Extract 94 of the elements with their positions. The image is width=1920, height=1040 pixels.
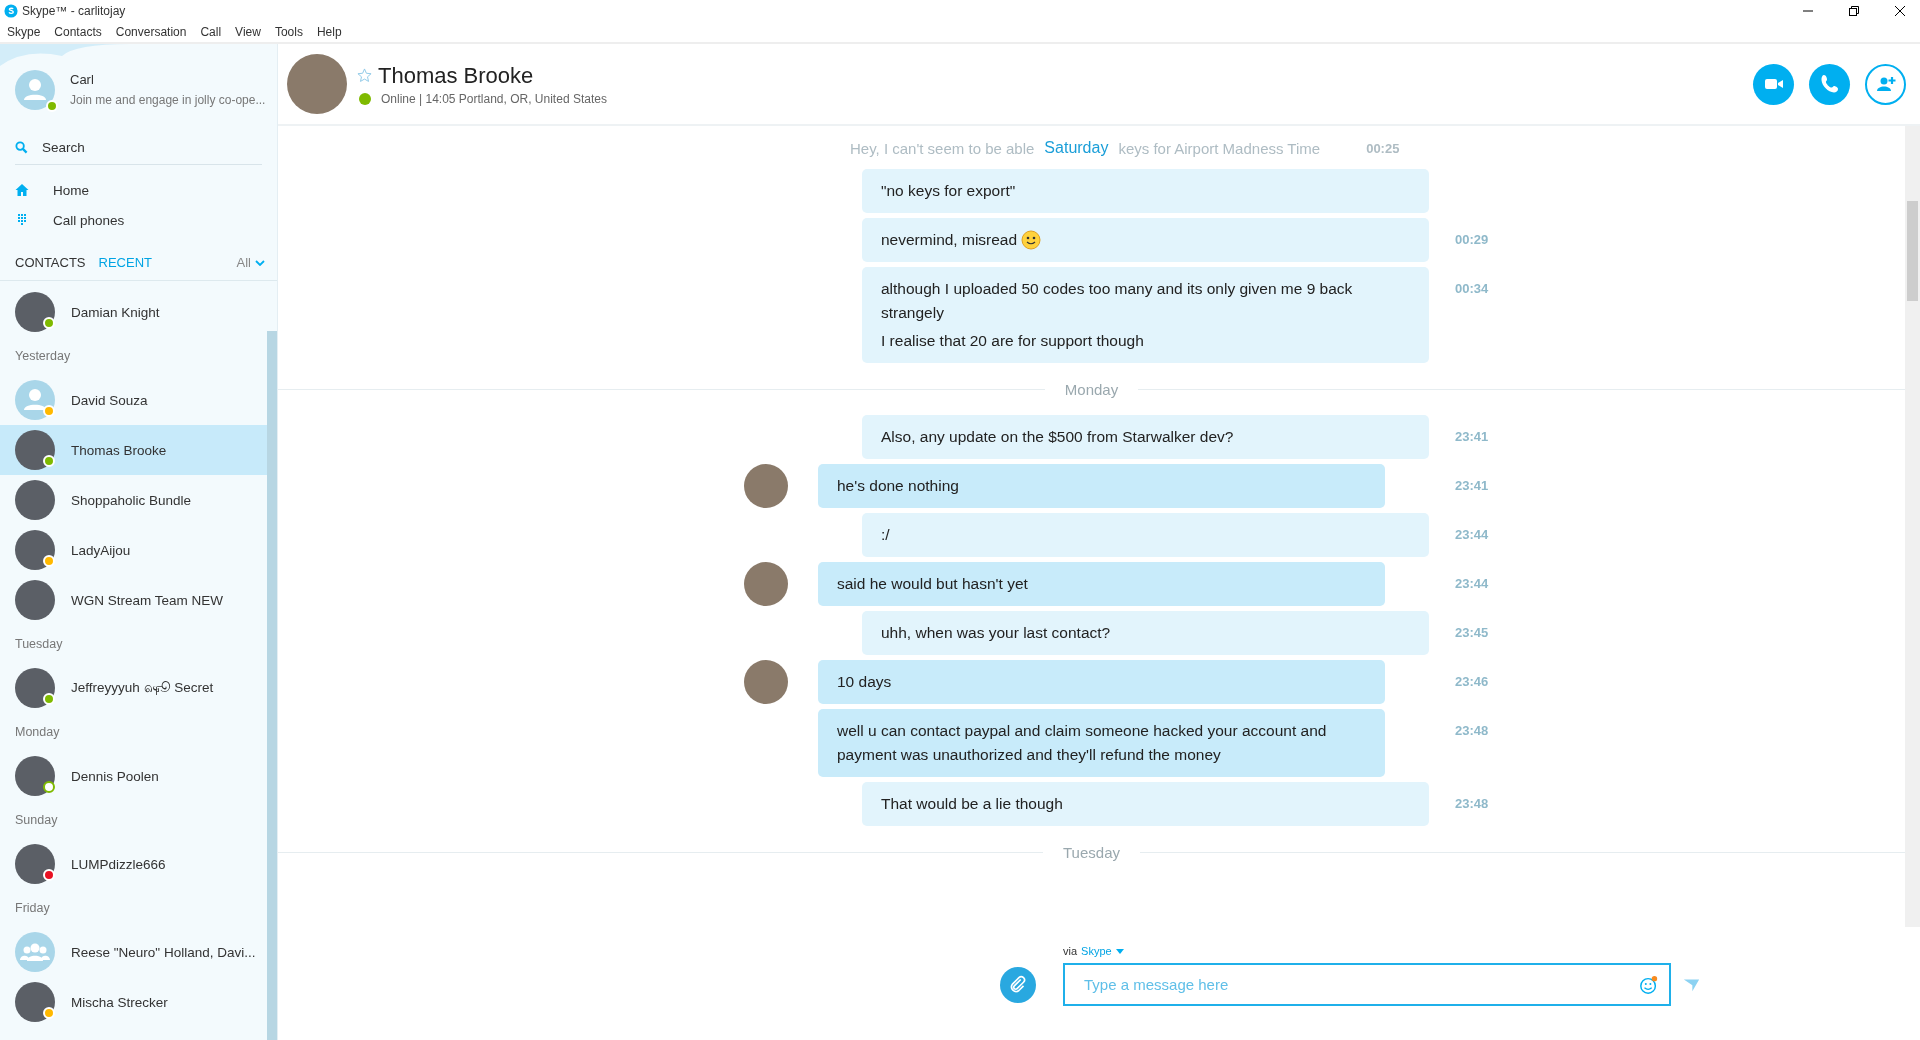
message-time: 23:48 [1455,796,1489,811]
message-time: 23:46 [1455,674,1489,689]
date-heading: Yesterday [14,348,72,365]
message-text: he's done nothing [837,476,959,496]
message-time: 23:45 [1455,625,1489,640]
contact-item[interactable]: LadyAijou [0,525,267,575]
mood-message[interactable]: Join me and engage in jolly co-ope... [70,92,266,107]
home-icon [15,183,29,197]
close-icon[interactable] [1894,5,1906,17]
photo-placeholder [15,530,55,570]
message-time: 23:44 [1455,527,1489,542]
message-time: 23:41 [1455,478,1489,493]
restore-icon[interactable] [1848,5,1860,17]
message-time: 00:34 [1455,281,1489,296]
message-text: I realise that 20 are for support though [881,331,1144,351]
group-icon [15,932,55,972]
message-text: That would be a lie though [881,794,1063,814]
date-heading: Tuesday [14,636,64,653]
photo-placeholder [744,660,788,704]
message-text: "no keys for export" [881,181,1016,201]
video-call-button[interactable] [1753,63,1794,105]
chevron-down-icon [255,259,265,266]
window-title: Skype™ - carlitojay [22,4,126,18]
message-text: 10 days [837,672,892,692]
contact-item[interactable]: Reese "Neuro" Holland, Davi... [0,927,267,977]
photo-placeholder [15,668,55,708]
message-text: nevermind, misread [881,230,1018,250]
photo-placeholder [15,580,55,620]
photo-placeholder [15,982,55,1022]
message-time: 23:44 [1455,576,1489,591]
call-button[interactable] [1809,63,1850,105]
smiley-icon[interactable] [1639,974,1659,995]
via-label: via [1063,945,1078,957]
menu-item[interactable]: Help [316,25,342,39]
message-text: Hey, I can't seem to be able [850,139,1035,157]
photo-placeholder [15,292,55,332]
profile-name[interactable]: Carl [70,71,266,87]
photo-placeholder [744,562,788,606]
contact-item[interactable]: Thomas Brooke [0,425,267,475]
star-icon[interactable] [357,68,372,83]
contact-item[interactable]: WGN Stream Team NEW [0,575,267,625]
status-text: Online | 14:05 Portland, OR, United States [381,91,607,106]
contact-item[interactable]: Shoppaholic Bundle [0,475,267,525]
scrollbar-thumb[interactable] [267,331,277,1040]
message-text: well u can contact paypal and claim someone hacked your account and payment was unauthorized and they'll refund the money [837,721,1328,765]
send-icon[interactable] [1683,976,1700,993]
day-label: Saturday [1043,139,1110,157]
message-time: 00:25 [1366,140,1400,156]
person-icon [15,380,55,420]
list-tab[interactable]: CONTACTS [15,255,86,270]
menu-item[interactable]: Skype [7,25,41,39]
search-icon [15,140,28,154]
menu-item[interactable]: View [235,25,261,39]
message-time: 00:29 [1455,232,1489,247]
date-heading: Sunday [14,812,59,829]
photo-placeholder [287,54,347,114]
add-contact-button[interactable] [1865,63,1906,105]
attach-button[interactable] [1000,966,1036,1003]
message-text: said he would but hasn't yet [837,574,1028,594]
message-time: 23:41 [1455,429,1489,444]
smiley-icon [1021,230,1042,250]
contact-item[interactable]: David Souza [0,375,267,425]
contact-item[interactable]: LUMPdizzle666 [0,839,267,889]
photo-placeholder [15,480,55,520]
photo-placeholder [15,430,55,470]
photo-placeholder [744,464,788,508]
photo-placeholder [15,844,55,884]
photo-placeholder [15,756,55,796]
nav-item[interactable]: Call phones [15,205,262,235]
message-text: although I uploaded 50 codes too many and its only given me 9 back strangely [881,279,1354,323]
menu-item[interactable]: Tools [274,25,303,39]
date-heading: Friday [14,900,51,917]
profile-avatar[interactable] [15,70,55,110]
skype-logo-icon [4,4,18,18]
scrollbar-thumb[interactable] [1907,201,1918,301]
message-time: 23:48 [1455,723,1489,738]
contact-item[interactable]: Jeffreyyyuh ஷூ Secret [0,663,267,713]
contact-name: Thomas Brooke [378,62,534,89]
contact-item[interactable]: Dennis Poolen [0,751,267,801]
nav-item[interactable]: Home [15,175,262,205]
message-text: :/ [881,525,890,545]
message-text: uhh, when was your last contact? [881,623,1111,643]
menu-item[interactable]: Call [200,25,222,39]
message-text: Also, any update on the $500 from Starwalker dev? [881,427,1234,447]
search-field[interactable]: Search [15,130,262,165]
message-text: keys for Airport Madness Time [1118,139,1321,157]
filter-dropdown[interactable]: All [236,255,265,270]
caret-icon [1115,948,1124,954]
date-heading: Monday [14,724,61,741]
menu-item[interactable]: Contacts [54,25,102,39]
contact-item[interactable]: Damian Knight [0,287,267,337]
dialpad-icon [15,213,29,227]
menu-item[interactable]: Conversation [115,25,187,39]
contact-item[interactable]: Mischa Strecker [0,977,267,1027]
